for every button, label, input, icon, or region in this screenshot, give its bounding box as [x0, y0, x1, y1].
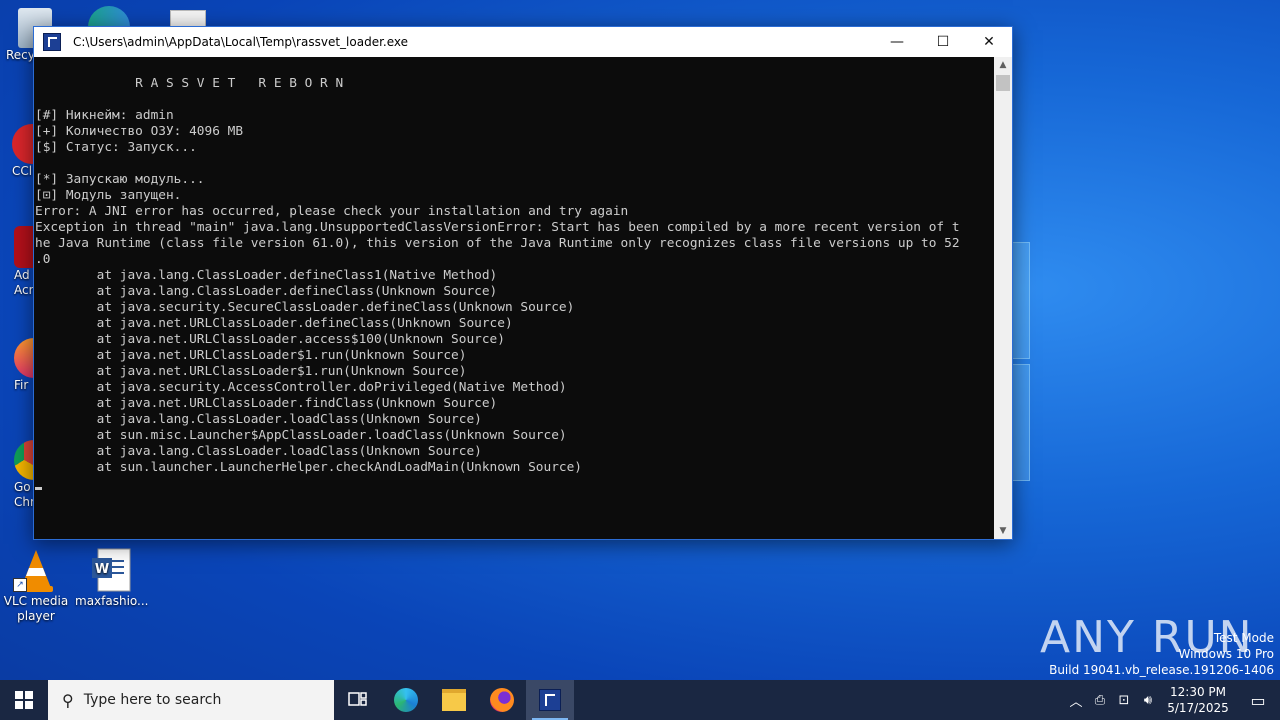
- desktop-icon-label: Acr: [14, 283, 34, 297]
- task-view-icon: [348, 692, 367, 706]
- windows-logo-icon: [15, 691, 33, 709]
- desktop-icon-chrome[interactable]: Go Chr: [14, 440, 35, 510]
- taskbar-edge[interactable]: [382, 680, 430, 720]
- watermark-edition: Windows 10 Pro: [1178, 647, 1274, 661]
- word-document-icon: W: [90, 548, 132, 592]
- watermark-test-mode: Test Mode: [1213, 631, 1274, 645]
- maximize-icon: ☐: [936, 34, 950, 50]
- desktop-icon-label: Go: [14, 480, 31, 494]
- desktop-icon-vlc[interactable]: ↗ VLC media player: [0, 548, 72, 624]
- close-button[interactable]: ✕: [966, 27, 1012, 57]
- network-icon[interactable]: ⊡: [1112, 693, 1136, 708]
- taskbar: ⚲ Type here to search ︿ ⎙ ⊡ 🔊︎ 12:30 PM …: [0, 680, 1280, 720]
- desktop-icon-label: CCl: [12, 164, 33, 178]
- os-watermark: Test Mode Windows 10 Pro Build 19041.vb_…: [1049, 630, 1274, 678]
- window-title: C:\Users\admin\AppData\Local\Temp\rassve…: [73, 35, 409, 49]
- desktop-icon-label: Chr: [14, 495, 35, 509]
- wallpaper-logo-pane: [1012, 242, 1030, 359]
- console-text: R A S S V E T R E B O R N [#] Никнейм: a…: [35, 76, 960, 475]
- ccleaner-icon: [12, 124, 34, 164]
- rassvet-app-icon: [43, 33, 61, 51]
- chevron-up-icon[interactable]: ︿: [1064, 691, 1088, 710]
- desktop-icon-firefox[interactable]: Fir: [14, 338, 34, 392]
- scroll-up-arrow-icon[interactable]: ▲: [994, 57, 1012, 73]
- vertical-scrollbar[interactable]: ▲ ▼: [994, 57, 1012, 539]
- desktop-icon-label: maxfashio...: [75, 594, 149, 608]
- volume-icon[interactable]: 🔊︎: [1136, 693, 1160, 708]
- start-button[interactable]: [0, 680, 48, 720]
- maximize-button[interactable]: ☐: [920, 27, 966, 57]
- edge-icon: [394, 688, 418, 712]
- taskbar-file-explorer[interactable]: [430, 680, 478, 720]
- minimize-button[interactable]: —: [874, 27, 920, 57]
- firefox-icon: [14, 338, 34, 378]
- desktop-icon-word-document[interactable]: W maxfashio...: [75, 548, 149, 609]
- window-titlebar[interactable]: C:\Users\admin\AppData\Local\Temp\rassve…: [34, 27, 1012, 57]
- taskbar-clock[interactable]: 12:30 PM 5/17/2025: [1160, 684, 1236, 716]
- console-output-area[interactable]: R A S S V E T R E B O R N [#] Никнейм: a…: [34, 57, 994, 539]
- desktop-icon-label: Ad: [14, 268, 30, 282]
- firefox-icon: [490, 688, 514, 712]
- minimize-icon: —: [890, 34, 904, 50]
- svg-text:W: W: [95, 562, 109, 577]
- device-icon[interactable]: ⎙: [1088, 693, 1112, 708]
- edge-desktop-icon[interactable]: [88, 6, 130, 28]
- notification-icon[interactable]: ▭: [1236, 691, 1280, 710]
- file-explorer-icon: [442, 689, 466, 711]
- desktop-icon-label: VLC media player: [3, 594, 69, 623]
- search-icon: ⚲: [62, 690, 74, 710]
- console-cursor: [35, 487, 42, 490]
- desktop-icon-label: Recy: [6, 48, 35, 62]
- task-view-button[interactable]: [334, 680, 382, 720]
- chrome-icon: [14, 440, 34, 480]
- rassvet-loader-icon: [539, 689, 561, 711]
- system-tray: ︿ ⎙ ⊡ 🔊︎ 12:30 PM 5/17/2025 ▭: [1064, 680, 1280, 720]
- vlc-icon: ↗: [13, 548, 57, 592]
- watermark-build: Build 19041.vb_release.191206-1406: [1049, 663, 1274, 677]
- acrobat-icon: [14, 226, 34, 268]
- console-window[interactable]: C:\Users\admin\AppData\Local\Temp\rassve…: [33, 26, 1013, 540]
- scrollbar-thumb[interactable]: [996, 75, 1010, 91]
- clock-time: 12:30 PM: [1170, 685, 1226, 699]
- close-icon: ✕: [983, 34, 995, 50]
- clock-date: 5/17/2025: [1167, 701, 1229, 715]
- desktop-icon-label: Fir: [14, 378, 29, 392]
- taskbar-rassvet-loader[interactable]: [526, 680, 574, 720]
- search-placeholder: Type here to search: [83, 692, 222, 708]
- desktop-icon-acrobat[interactable]: Ad Acr: [14, 226, 34, 298]
- taskbar-search-box[interactable]: ⚲ Type here to search: [48, 680, 334, 720]
- scroll-down-arrow-icon[interactable]: ▼: [994, 523, 1012, 539]
- desktop-icon-ccleaner[interactable]: CCl: [12, 124, 34, 178]
- wallpaper-logo-pane: [1012, 364, 1030, 481]
- taskbar-firefox[interactable]: [478, 680, 526, 720]
